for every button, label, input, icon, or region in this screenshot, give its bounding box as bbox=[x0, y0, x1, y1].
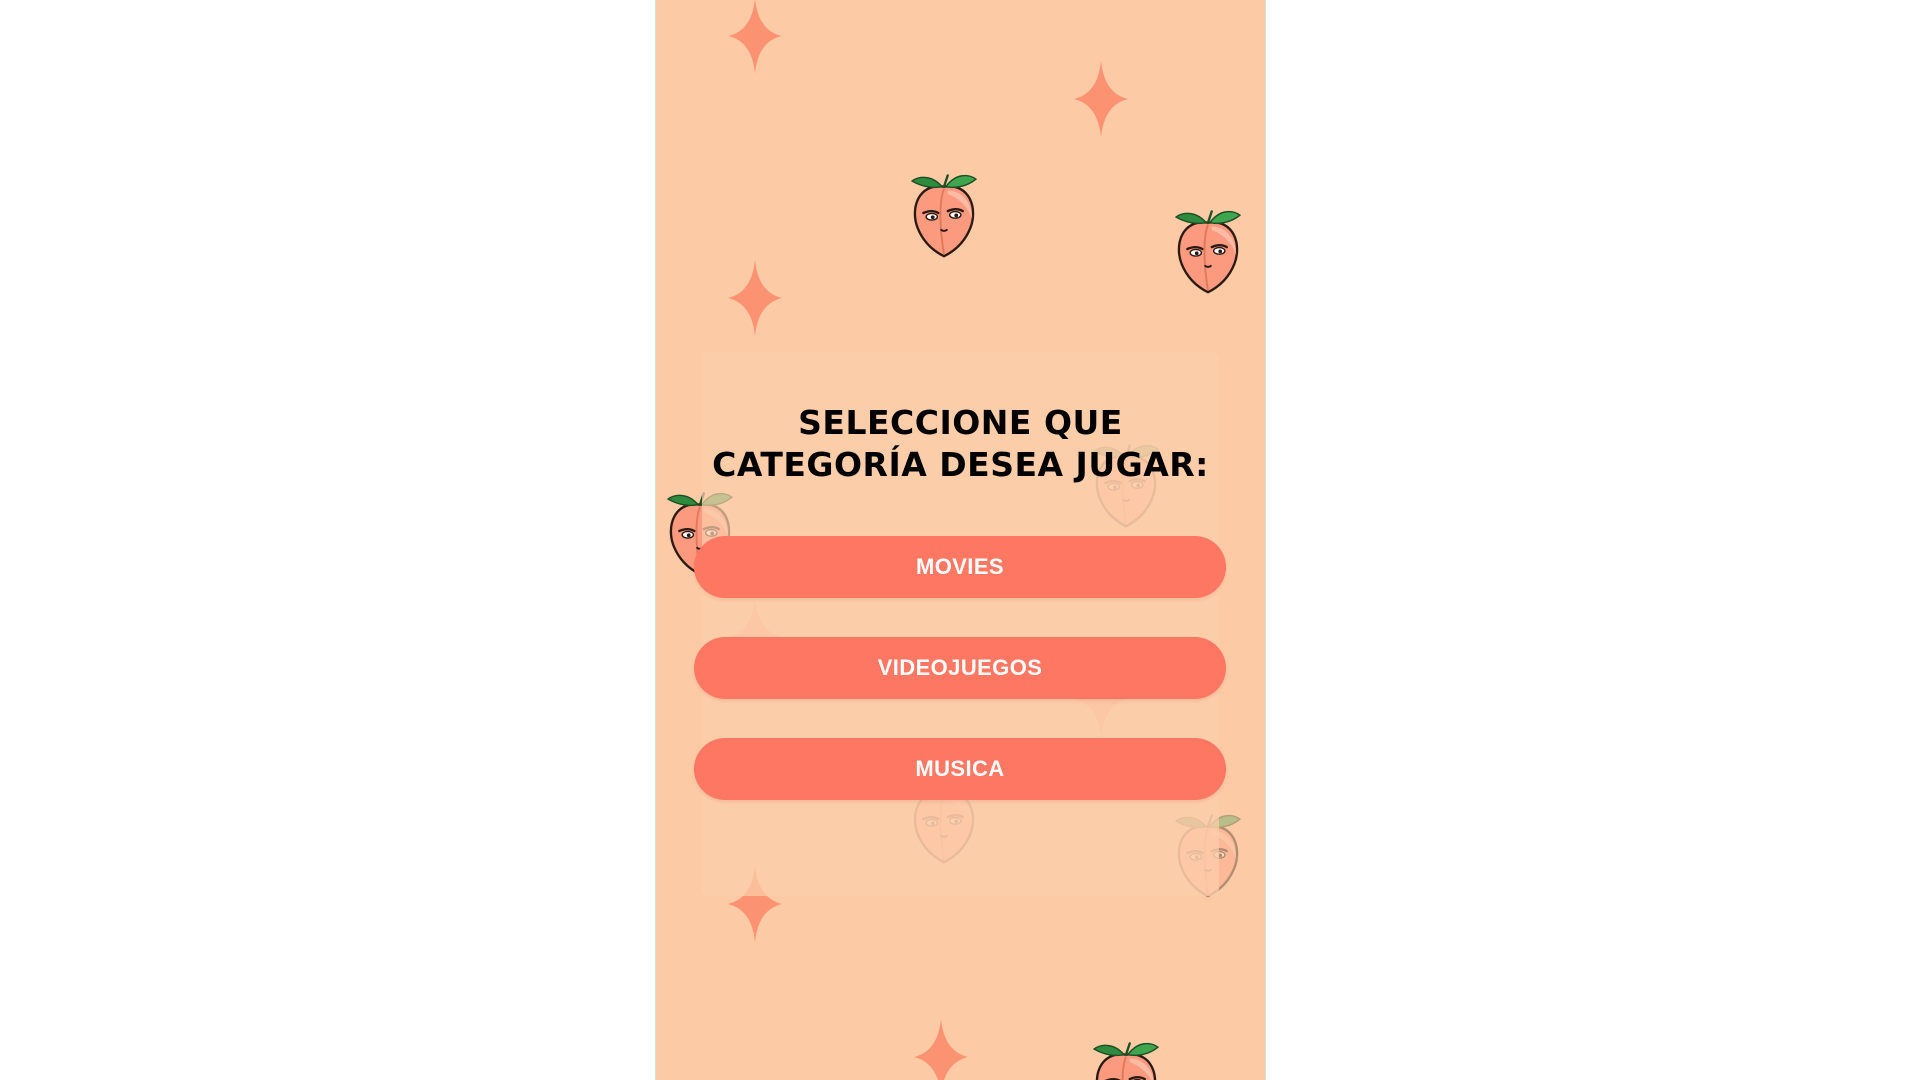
four-point-star-icon bbox=[1072, 60, 1130, 138]
peach-face-icon bbox=[1088, 1034, 1164, 1080]
four-point-star-icon bbox=[726, 0, 784, 74]
phone-frame-edge-right bbox=[1265, 0, 1266, 1080]
category-button-movies[interactable]: MOVIES bbox=[694, 536, 1226, 598]
peach-face-icon bbox=[1170, 202, 1246, 296]
peach-face-icon bbox=[906, 166, 982, 260]
category-button-videojuegos[interactable]: VIDEOJUEGOS bbox=[694, 637, 1226, 699]
four-point-star-icon bbox=[912, 1018, 970, 1080]
app-screen: SELECCIONE QUE CATEGORÍA DESEA JUGAR: MO… bbox=[656, 0, 1265, 1080]
page-title: SELECCIONE QUE CATEGORÍA DESEA JUGAR: bbox=[712, 403, 1209, 484]
category-button-musica[interactable]: MUSICA bbox=[694, 738, 1226, 800]
four-point-star-icon bbox=[726, 258, 784, 338]
